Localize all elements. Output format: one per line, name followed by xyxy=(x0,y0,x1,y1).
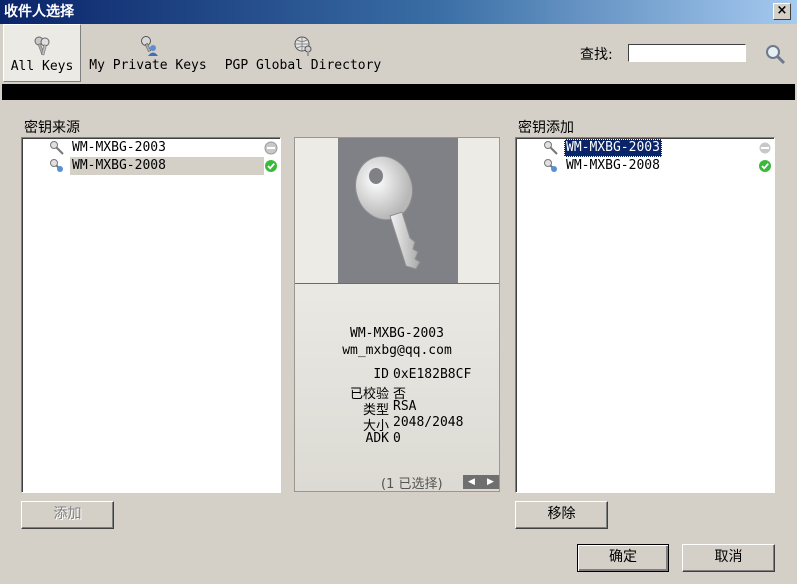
preview-field-verified: 已校验 否 xyxy=(295,383,499,402)
selection-count: (1 已选择) xyxy=(381,477,443,492)
status-valid-icon xyxy=(265,160,277,172)
tab-my-private-keys[interactable]: My Private Keys xyxy=(85,24,211,82)
keys-icon xyxy=(34,36,50,56)
preview-field-adk: ADK 0 xyxy=(295,431,499,447)
field-value: 0 xyxy=(393,431,401,446)
added-item-name: WM-MXBG-2008 xyxy=(566,158,660,173)
tab-my-private-keys-label: My Private Keys xyxy=(89,58,207,73)
preview-key-name: WM-MXBG-2003 xyxy=(350,326,444,341)
window-title: 收件人选择 xyxy=(4,4,74,20)
ok-button[interactable]: 确定 xyxy=(577,544,669,572)
added-list-item[interactable]: WM-MXBG-2003 xyxy=(518,139,774,157)
status-none-icon xyxy=(264,141,278,155)
field-value: 0xE182B8CF xyxy=(393,367,472,382)
key-pair-icon xyxy=(50,159,63,172)
toolbar: All Keys My Private Keys PGP Global Dire… xyxy=(2,24,795,84)
tab-pgp-global-directory[interactable]: PGP Global Directory xyxy=(218,24,388,82)
preview-pager: ◀ ▶ xyxy=(463,475,499,489)
source-item-name: WM-MXBG-2003 xyxy=(72,140,166,155)
magnifier-icon[interactable] xyxy=(764,43,786,65)
preview-field-id: ID 0xE182B8CF xyxy=(295,367,499,383)
preview-field-size: 大小 2048/2048 xyxy=(295,415,499,434)
remove-button[interactable]: 移除 xyxy=(515,501,608,529)
search-label: 查找: xyxy=(580,47,613,63)
field-value: 2048/2048 xyxy=(393,415,464,430)
source-label: 密钥来源 xyxy=(24,120,80,136)
added-item-name: WM-MXBG-2003 xyxy=(564,139,662,157)
key-image-area xyxy=(295,138,499,284)
tab-all-keys-label: All Keys xyxy=(10,59,74,74)
preview-key-email: wm_mxbg@qq.com xyxy=(342,343,452,358)
key-image xyxy=(338,138,458,283)
next-arrow-icon[interactable]: ▶ xyxy=(482,475,499,489)
close-icon: × xyxy=(776,3,788,18)
globe-key-icon xyxy=(294,36,312,56)
key-preview-panel: WM-MXBG-2003 wm_mxbg@qq.com ID 0xE182B8C… xyxy=(294,137,500,492)
status-none-icon xyxy=(758,141,772,155)
large-key-icon xyxy=(355,155,421,270)
field-value: RSA xyxy=(393,399,417,414)
field-key: ID xyxy=(373,367,389,382)
preview-field-type: 类型 RSA xyxy=(295,399,499,418)
private-key-user-icon xyxy=(141,36,158,56)
add-button[interactable]: 添加 xyxy=(21,501,114,529)
source-list-item[interactable]: WM-MXBG-2008 xyxy=(24,157,280,175)
tab-pgp-global-directory-label: PGP Global Directory xyxy=(224,58,382,73)
source-item-name: WM-MXBG-2008 xyxy=(70,157,264,175)
added-key-list[interactable]: WM-MXBG-2003 WM-MXBG-2008 xyxy=(515,137,775,493)
added-label: 密钥添加 xyxy=(518,120,574,136)
status-valid-icon xyxy=(759,160,771,172)
key-icon xyxy=(50,141,64,155)
toolbar-divider xyxy=(2,84,795,100)
cancel-button[interactable]: 取消 xyxy=(682,544,775,572)
source-key-list[interactable]: WM-MXBG-2003 WM-MXBG-2008 xyxy=(21,137,281,493)
key-icon xyxy=(544,141,558,155)
prev-arrow-icon[interactable]: ◀ xyxy=(463,475,480,489)
close-button[interactable]: × xyxy=(773,3,791,20)
source-list-item[interactable]: WM-MXBG-2003 xyxy=(24,139,280,157)
title-bar: 收件人选择 × xyxy=(0,0,797,24)
tab-all-keys[interactable]: All Keys xyxy=(3,24,81,82)
key-pair-icon xyxy=(544,159,557,172)
search-input[interactable] xyxy=(628,44,746,62)
added-list-item[interactable]: WM-MXBG-2008 xyxy=(518,157,774,175)
field-key: ADK xyxy=(365,431,389,446)
